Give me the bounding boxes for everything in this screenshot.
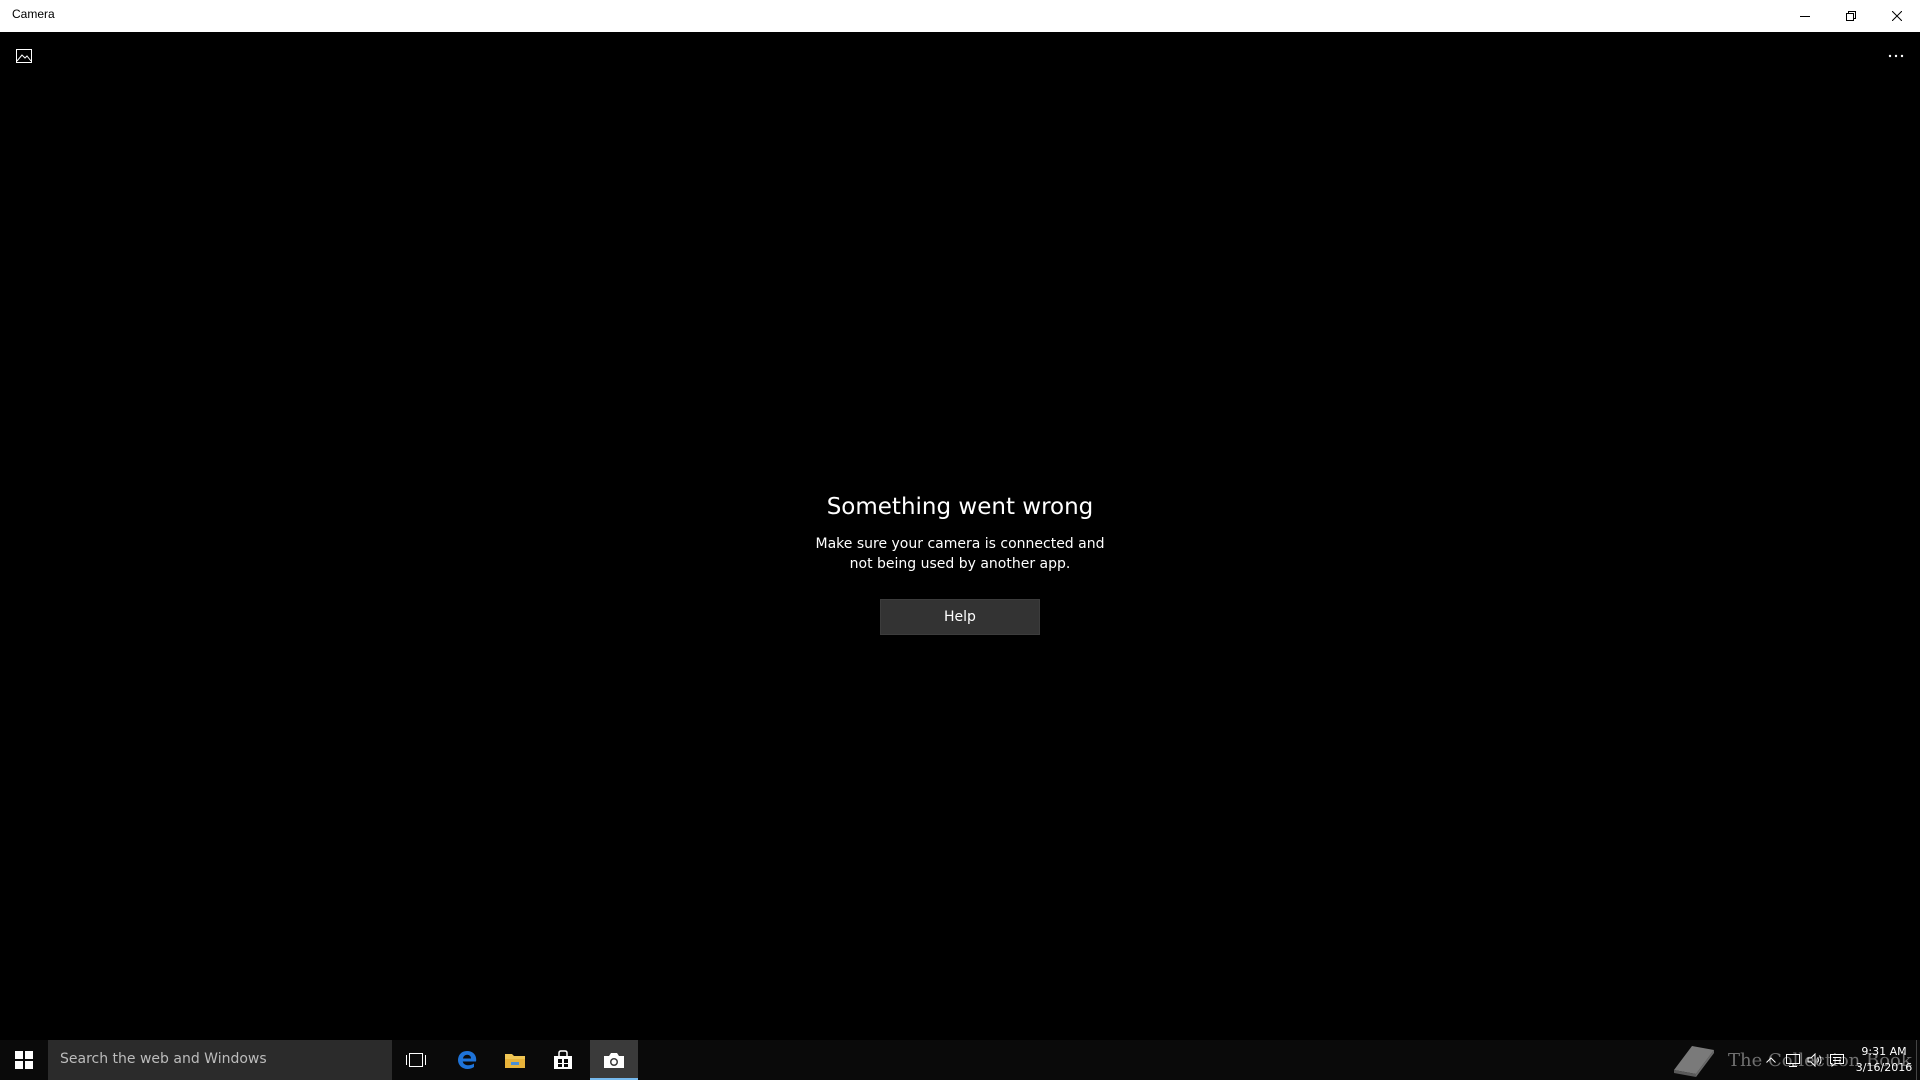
store-icon: [554, 1050, 572, 1069]
file-explorer-button[interactable]: [491, 1040, 539, 1080]
error-title: Something went wrong: [826, 494, 1094, 520]
gallery-button[interactable]: [8, 40, 40, 72]
minimize-button[interactable]: [1782, 0, 1828, 32]
system-tray: [1760, 1040, 1848, 1080]
window-title: Camera: [12, 7, 55, 21]
search-placeholder: Search the web and Windows: [60, 1051, 267, 1067]
task-view-button[interactable]: [392, 1040, 440, 1080]
taskbar: Search the web and Windows The Collectio…: [0, 1040, 1920, 1080]
error-panel: Something went wrong Make sure your came…: [760, 492, 1160, 635]
help-button[interactable]: Help: [880, 599, 1040, 635]
volume-button[interactable]: [1804, 1040, 1826, 1080]
more-options-icon: [1888, 54, 1904, 58]
chevron-up-icon: [1766, 1057, 1776, 1063]
store-button[interactable]: [539, 1040, 587, 1080]
error-message: Make sure your camera is connected and n…: [815, 536, 1105, 572]
camera-viewport: Something went wrong Make sure your came…: [0, 32, 1920, 1040]
clock[interactable]: 9:31 AM 3/16/2016: [1850, 1044, 1918, 1076]
book-logo-icon: [1674, 1046, 1714, 1077]
windows-logo-icon: [15, 1051, 33, 1069]
more-options-button[interactable]: [1876, 40, 1916, 72]
show-desktop-button[interactable]: [1916, 1040, 1920, 1080]
clock-time: 9:31 AM: [1861, 1045, 1907, 1058]
close-icon: [1892, 11, 1902, 21]
task-view-icon: [406, 1053, 426, 1067]
camera-icon: [604, 1053, 624, 1068]
show-hidden-icons-button[interactable]: [1760, 1040, 1782, 1080]
file-explorer-icon: [505, 1054, 525, 1068]
title-bar: Camera: [0, 0, 1920, 32]
clock-date: 3/16/2016: [1855, 1061, 1913, 1074]
minimize-icon: [1800, 16, 1810, 17]
action-center-button[interactable]: [1826, 1040, 1848, 1080]
close-button[interactable]: [1874, 0, 1920, 32]
edge-button[interactable]: [443, 1040, 491, 1080]
restore-button[interactable]: [1828, 0, 1874, 32]
volume-icon: [1807, 1053, 1822, 1067]
gallery-icon: [16, 49, 32, 63]
camera-taskbar-button[interactable]: [590, 1040, 638, 1080]
network-icon: [1786, 1054, 1800, 1067]
start-button[interactable]: [0, 1040, 48, 1080]
notifications-icon: [1830, 1054, 1844, 1067]
restore-icon: [1846, 11, 1856, 21]
search-box[interactable]: Search the web and Windows: [48, 1040, 392, 1080]
network-button[interactable]: [1782, 1040, 1804, 1080]
edge-icon: [458, 1051, 477, 1069]
